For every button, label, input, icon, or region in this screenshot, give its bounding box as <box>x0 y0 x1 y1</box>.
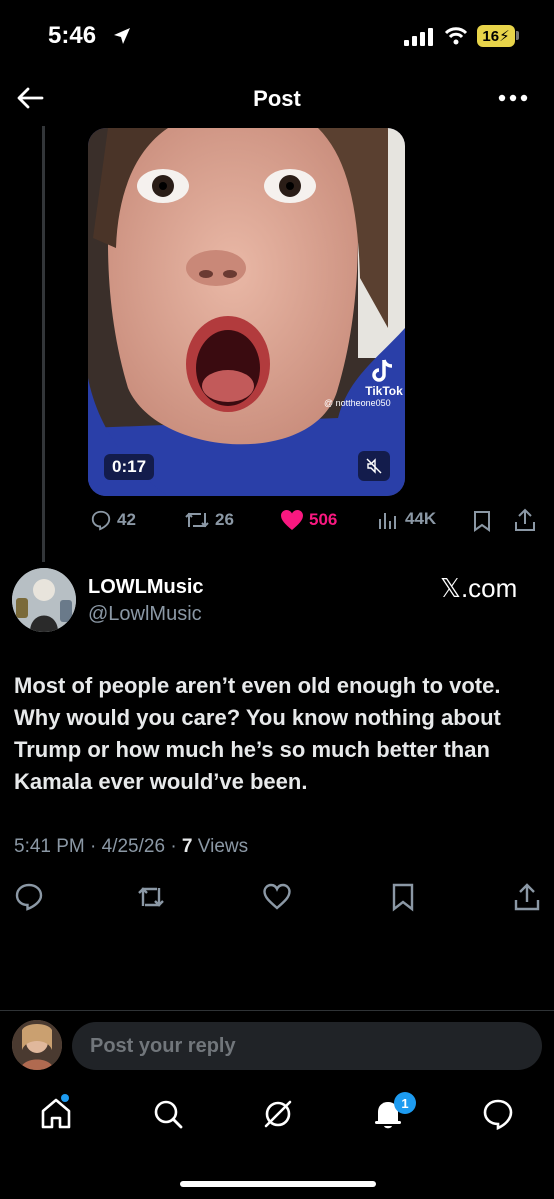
author-avatar-image <box>12 568 76 632</box>
wifi-icon <box>444 27 468 45</box>
quoted-repost-button[interactable]: 26 <box>184 509 234 531</box>
thread-line <box>42 126 45 562</box>
bookmark-icon[interactable] <box>472 510 492 532</box>
tiktok-icon <box>372 359 393 382</box>
repost-button[interactable] <box>136 882 166 912</box>
battery-indicator: 16 ⚡ <box>477 25 515 47</box>
like-button[interactable] <box>262 882 292 912</box>
divider <box>0 1010 554 1011</box>
charging-bolt-icon: ⚡ <box>499 28 510 45</box>
quoted-like-button[interactable]: 506 <box>280 509 337 531</box>
more-icon[interactable] <box>498 94 528 102</box>
quoted-view-count: 44K <box>405 509 437 528</box>
mute-icon <box>366 458 382 474</box>
battery-level: 16 <box>482 27 500 45</box>
quoted-like-count: 506 <box>309 510 338 529</box>
author-avatar[interactable] <box>12 568 76 632</box>
video-player[interactable]: TikTok @ nottheone050 0:17 <box>88 128 405 496</box>
battery-nub <box>516 31 519 40</box>
repost-icon <box>185 512 209 528</box>
page-title: Post <box>253 86 301 111</box>
link-domain[interactable]: 𝕏.com <box>440 573 517 604</box>
my-avatar-image <box>12 1020 62 1070</box>
reply-icon <box>91 510 111 531</box>
home-notification-dot <box>61 1094 69 1102</box>
status-time: 5:46 <box>48 22 97 49</box>
post-timestamp: 5:41 PM · 4/25/26 · <box>14 836 182 857</box>
author-handle[interactable]: @LowlMusic <box>88 603 202 626</box>
messages-icon[interactable] <box>480 1096 516 1132</box>
grok-icon[interactable] <box>260 1096 296 1132</box>
post-text: Most of people aren’t even old enough to… <box>14 673 501 794</box>
author-name[interactable]: LOWLMusic <box>88 576 204 599</box>
reply-input[interactable]: Post your reply <box>72 1022 542 1070</box>
post-views-count: 7 <box>181 836 193 857</box>
location-arrow-icon <box>114 28 130 44</box>
search-icon[interactable] <box>150 1096 186 1132</box>
tiktok-handle: @ nottheone050 <box>324 398 391 408</box>
notifications-badge: 1 <box>394 1092 416 1114</box>
tiktok-label: TikTok <box>365 384 403 398</box>
quoted-repost-count: 26 <box>215 510 234 529</box>
quoted-views[interactable]: 44K <box>378 509 436 529</box>
back-arrow-icon[interactable] <box>16 86 44 110</box>
my-avatar[interactable] <box>12 1020 62 1070</box>
video-duration: 0:17 <box>104 454 155 480</box>
video-frame <box>88 128 405 496</box>
heart-icon <box>281 510 303 530</box>
share-button[interactable] <box>512 882 542 912</box>
quoted-reply-count: 42 <box>117 510 136 529</box>
mute-button[interactable] <box>358 451 390 481</box>
share-icon[interactable] <box>514 508 536 532</box>
home-indicator[interactable] <box>180 1181 376 1187</box>
signal-icon <box>404 28 433 46</box>
post-views-label: Views <box>192 836 249 857</box>
quoted-reply-button[interactable]: 42 <box>90 509 136 531</box>
bookmark-button[interactable] <box>388 882 418 912</box>
reply-button[interactable] <box>14 882 44 912</box>
views-icon <box>379 513 396 529</box>
post-meta: 5:41 PM · 4/25/26 · 7 Views <box>14 836 248 858</box>
home-icon[interactable] <box>38 1096 74 1132</box>
